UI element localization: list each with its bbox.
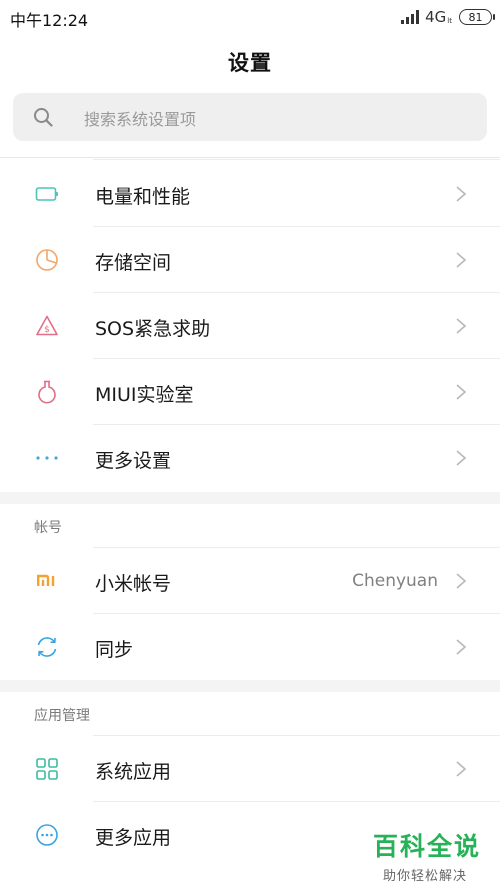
chevron-right-icon — [456, 639, 467, 655]
section-header-app-management: 应用管理 — [34, 708, 90, 724]
watermark-subtitle: 助你轻松解决 — [383, 869, 468, 884]
account-name: Chenyuan — [352, 571, 438, 591]
watermark: 百科全说 助你轻松解决 — [373, 827, 493, 884]
settings-item-label: 存储空间 — [95, 252, 172, 274]
svg-text:$: $ — [44, 325, 50, 335]
chevron-right-icon — [456, 573, 467, 589]
pie-chart-icon — [36, 249, 58, 271]
settings-item-label: 更多应用 — [95, 827, 172, 849]
settings-item-label: 同步 — [95, 639, 134, 661]
flask-icon — [38, 380, 56, 404]
settings-item-label: MIUI实验室 — [95, 384, 194, 406]
section-header-account: 帐号 — [34, 520, 62, 536]
settings-item-system-apps[interactable]: 系统应用 — [0, 736, 500, 802]
sos-warning-icon: $ — [36, 315, 58, 336]
chevron-right-icon — [456, 450, 467, 466]
settings-item-label: SOS紧急求助 — [95, 318, 211, 340]
divider — [93, 159, 500, 160]
settings-item-more-settings[interactable]: 更多设置 — [0, 425, 500, 491]
search-input[interactable]: 搜索系统设置项 — [13, 93, 487, 141]
settings-item-miui-lab[interactable]: MIUI实验室 — [0, 359, 500, 425]
settings-item-sos[interactable]: $ SOS紧急求助 — [0, 293, 500, 359]
network-sub: lt — [447, 17, 452, 25]
settings-item-storage[interactable]: 存储空间 — [0, 227, 500, 293]
settings-item-label: 电量和性能 — [95, 186, 191, 208]
chevron-right-icon — [456, 318, 467, 334]
chevron-right-icon — [456, 761, 467, 777]
more-apps-icon — [36, 824, 58, 846]
network-type: 4G — [425, 8, 447, 26]
battery-indicator: 81 — [459, 9, 495, 25]
sync-icon — [37, 637, 57, 657]
chevron-right-icon — [456, 186, 467, 202]
battery-icon — [35, 187, 58, 201]
page-title: 设置 — [228, 51, 272, 75]
search-icon — [34, 108, 53, 127]
section-divider — [0, 680, 500, 692]
mi-logo-icon — [37, 574, 55, 586]
search-placeholder: 搜索系统设置项 — [84, 110, 197, 129]
status-time: 中午12:24 — [10, 11, 89, 30]
settings-item-sync[interactable]: 同步 — [0, 614, 500, 680]
apps-grid-icon — [36, 758, 58, 780]
signal-icon — [401, 10, 420, 24]
chevron-right-icon — [456, 252, 467, 268]
section-divider — [0, 492, 500, 504]
settings-item-label: 系统应用 — [95, 761, 172, 783]
divider — [0, 157, 500, 158]
chevron-right-icon — [456, 384, 467, 400]
watermark-title: 百科全说 — [373, 832, 482, 861]
more-dots-icon — [36, 456, 58, 460]
status-indicators: 4G lt 81 — [401, 8, 495, 26]
status-bar: 中午12:24 4G lt 81 — [0, 0, 500, 34]
settings-item-label: 更多设置 — [95, 450, 172, 472]
settings-item-battery-performance[interactable]: 电量和性能 — [0, 161, 500, 227]
settings-item-label: 小米帐号 — [95, 573, 172, 595]
settings-item-mi-account[interactable]: 小米帐号 Chenyuan — [0, 548, 500, 614]
